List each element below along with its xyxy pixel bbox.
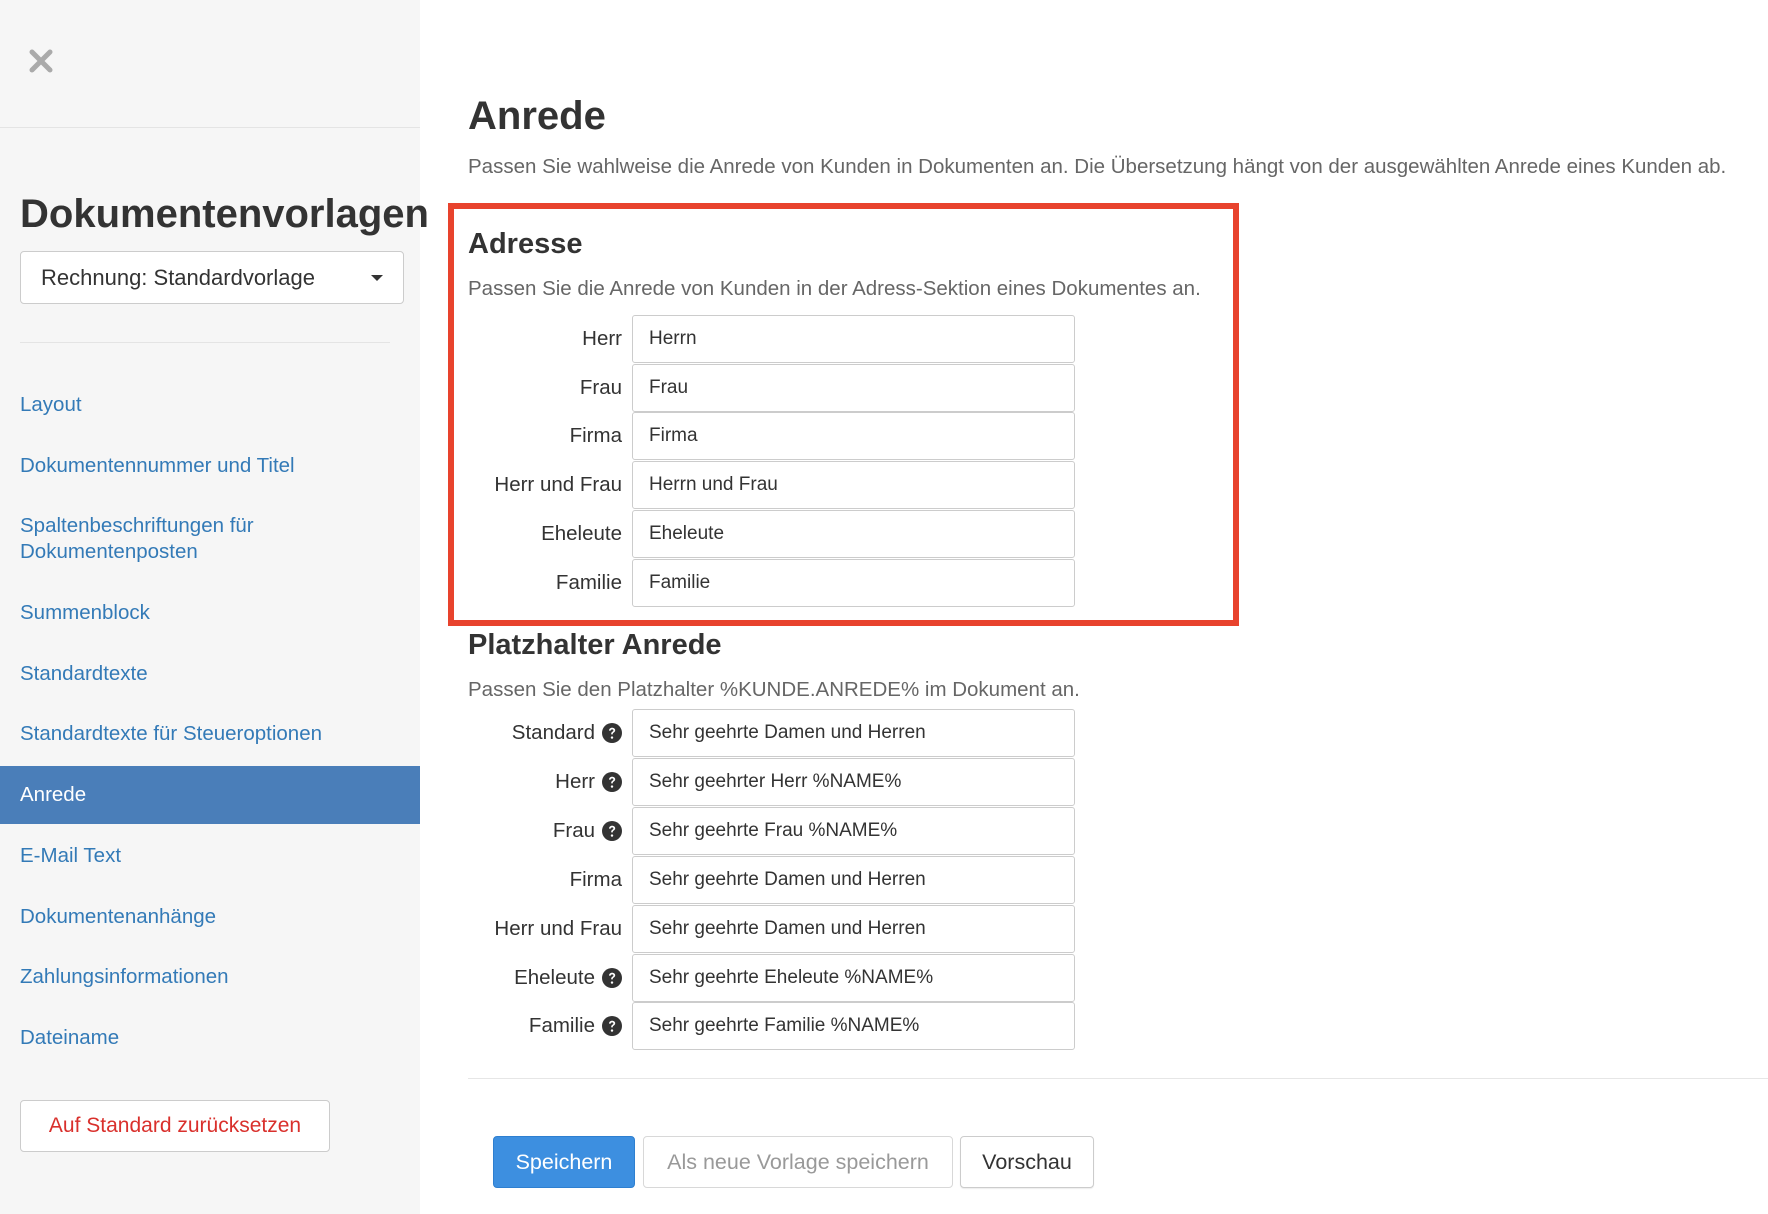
field-label-text: Herr (555, 769, 595, 793)
form-row: Herr (468, 315, 1075, 363)
field-label: Frau (468, 819, 622, 843)
page-title: Anrede (468, 94, 606, 138)
field-label-text: Familie (528, 1014, 595, 1038)
preview-button[interactable]: Vorschau (960, 1136, 1094, 1188)
field-label: Herr (468, 327, 622, 351)
salutation-input[interactable] (632, 412, 1075, 461)
field-label-text: Familie (555, 570, 622, 594)
sidebar-item-steueroptionen[interactable]: Standardtexte für Steueroptionen (0, 721, 420, 747)
salutation-input[interactable] (632, 953, 1075, 1002)
form-row: Standard (468, 709, 1075, 757)
save-button[interactable]: Speichern (493, 1136, 635, 1188)
sidebar-item-layout[interactable]: Layout (0, 392, 420, 418)
placeholder-section-title: Platzhalter Anrede (468, 629, 722, 661)
sidebar-divider (20, 342, 390, 343)
field-label-text: Herr und Frau (494, 473, 622, 497)
salutation-input[interactable] (632, 904, 1075, 953)
salutation-input[interactable] (632, 363, 1075, 412)
sidebar: Dokumentenvorlagen Rechnung: Standardvor… (0, 0, 429, 1214)
form-row: Eheleute (468, 953, 1075, 1002)
form-row: Familie (468, 1002, 1075, 1051)
field-label-text: Eheleute (514, 965, 595, 989)
page-description: Passen Sie wahlweise die Anrede von Kund… (468, 155, 1727, 178)
sidebar-item-summenblock[interactable]: Summenblock (0, 600, 420, 626)
template-select-value: Rechnung: Standardvorlage (41, 264, 315, 290)
sidebar-item-zahlungsinformationen[interactable]: Zahlungsinformationen (0, 964, 420, 990)
form-row: Herr (468, 757, 1075, 806)
field-label-text: Firma (569, 424, 622, 448)
field-label: Firma (468, 424, 622, 448)
form-row: Frau (468, 806, 1075, 855)
reset-to-default-button[interactable]: Auf Standard zurücksetzen (20, 1100, 330, 1152)
app-window: Dokumentenvorlagen Rechnung: Standardvor… (0, 0, 1768, 1214)
form-row: Herr und Frau (468, 461, 1075, 510)
field-label-text: Herr und Frau (494, 916, 622, 940)
sidebar-item-dokumentenanhaenge[interactable]: Dokumentenanhänge (0, 904, 420, 930)
placeholder-section-description: Passen Sie den Platzhalter %KUNDE.ANREDE… (468, 678, 1080, 701)
salutation-input[interactable] (632, 509, 1075, 558)
sidebar-item-anrede[interactable]: Anrede (0, 766, 420, 824)
sidebar-item-dokumentennummer[interactable]: Dokumentennummer und Titel (0, 453, 420, 479)
form-row: Firma (468, 855, 1075, 904)
form-row: Herr und Frau (468, 904, 1075, 953)
field-label: Frau (468, 376, 622, 400)
sidebar-item-spaltenbeschriftungen[interactable]: Spaltenbeschriftungen für Dokumentenpost… (0, 513, 300, 565)
field-label-text: Frau (579, 375, 622, 399)
sidebar-item-standardtexte[interactable]: Standardtexte (0, 661, 420, 687)
save-as-new-template-button[interactable]: Als neue Vorlage speichern (643, 1136, 953, 1188)
question-circle-icon[interactable] (602, 1016, 622, 1037)
field-label-text: Firma (569, 867, 622, 891)
salutation-input[interactable] (632, 315, 1075, 363)
address-section-description: Passen Sie die Anrede von Kunden in der … (468, 277, 1201, 300)
sidebar-title: Dokumentenvorlagen (20, 192, 429, 236)
salutation-input[interactable] (632, 558, 1075, 607)
form-row: Firma (468, 412, 1075, 461)
field-label: Eheleute (468, 522, 622, 546)
salutation-input[interactable] (632, 1002, 1075, 1051)
question-circle-icon[interactable] (602, 967, 622, 988)
question-circle-icon[interactable] (602, 771, 622, 792)
question-circle-icon[interactable] (602, 820, 622, 841)
field-label: Eheleute (468, 966, 622, 990)
field-label: Herr und Frau (468, 473, 622, 497)
close-button[interactable] (26, 46, 56, 76)
field-label-text: Frau (552, 818, 595, 842)
form-divider (468, 1078, 1768, 1079)
field-label: Standard (468, 721, 622, 745)
main-content: Anrede Passen Sie wahlweise die Anrede v… (420, 0, 1768, 1214)
template-select[interactable]: Rechnung: Standardvorlage (20, 251, 404, 304)
form-row: Familie (468, 558, 1075, 607)
field-label-text: Standard (511, 721, 595, 744)
chevron-down-icon (371, 274, 383, 281)
field-label-text: Herr (582, 327, 622, 350)
salutation-input[interactable] (632, 855, 1075, 904)
field-label: Familie (468, 1014, 622, 1038)
form-row: Frau (468, 363, 1075, 412)
field-label: Firma (468, 868, 622, 892)
salutation-input[interactable] (632, 806, 1075, 855)
field-label-text: Eheleute (541, 521, 622, 545)
field-label: Herr (468, 770, 622, 794)
address-section-title: Adresse (468, 228, 583, 260)
field-label: Familie (468, 571, 622, 595)
salutation-input[interactable] (632, 461, 1075, 510)
salutation-input[interactable] (632, 757, 1075, 806)
question-circle-icon[interactable] (602, 723, 622, 743)
close-icon (29, 49, 53, 73)
sidebar-header (0, 0, 420, 128)
sidebar-item-email-text[interactable]: E-Mail Text (0, 843, 420, 869)
form-row: Eheleute (468, 509, 1075, 558)
salutation-input[interactable] (632, 709, 1075, 757)
sidebar-item-dateiname[interactable]: Dateiname (0, 1025, 420, 1051)
field-label: Herr und Frau (468, 917, 622, 941)
